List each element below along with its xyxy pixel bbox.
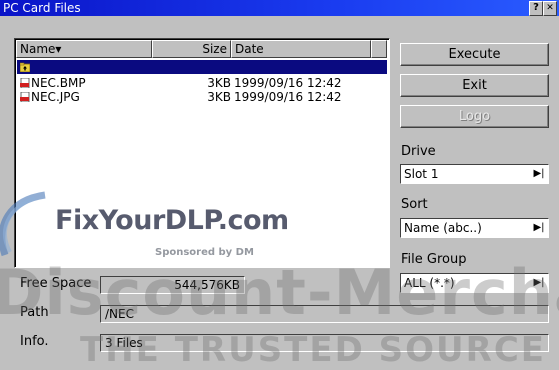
window-title: PC Card Files <box>3 1 81 15</box>
bmp-file-icon <box>20 78 30 88</box>
close-button[interactable]: ✕ <box>543 1 557 16</box>
list-item[interactable]: NEC.JPG 3KB 1999/09/16 12:42 <box>17 90 387 104</box>
folder-up-icon <box>20 62 30 72</box>
execute-button[interactable]: Execute <box>400 43 549 66</box>
column-header-size[interactable]: Size <box>152 40 231 58</box>
column-header-date[interactable]: Date <box>231 40 371 58</box>
list-item[interactable] <box>17 60 387 74</box>
watermark-brand: FixYourDLP.com <box>55 205 289 236</box>
info-label: Info. <box>20 334 49 349</box>
file-date: 1999/09/16 12:42 <box>234 76 342 90</box>
file-name: NEC.BMP <box>31 76 86 90</box>
column-header-date-label: Date <box>235 42 264 56</box>
help-button[interactable]: ? <box>529 1 543 16</box>
watermark-swoosh-icon <box>0 191 46 257</box>
file-name: NEC.JPG <box>31 90 80 104</box>
drive-value: Slot 1 <box>404 167 439 181</box>
file-size: 3KB <box>207 76 231 90</box>
exit-button[interactable]: Exit <box>400 74 549 97</box>
sort-label: Sort <box>401 197 428 212</box>
sort-value: Name (abc..) <box>404 221 482 235</box>
title-bar[interactable]: PC Card Files ? ✕ <box>0 0 559 16</box>
watermark-banner: Discount-Merchant <box>0 256 559 329</box>
watermark-tagline: THE TRUSTED SOURCE FOR PR <box>80 330 559 370</box>
column-header-spacer <box>371 40 387 58</box>
dropdown-arrow-icon[interactable]: ▶| <box>532 221 546 235</box>
list-item[interactable]: NEC.BMP 3KB 1999/09/16 12:42 <box>17 76 387 90</box>
drive-label: Drive <box>401 144 436 159</box>
column-header-size-label: Size <box>202 42 227 56</box>
drive-select[interactable]: Slot 1 ▶| <box>400 164 549 184</box>
sort-select[interactable]: Name (abc..) ▶| <box>400 218 549 238</box>
column-header-name[interactable]: Name▾ <box>16 40 152 58</box>
file-size: 3KB <box>207 90 231 104</box>
jpg-file-icon <box>20 92 30 102</box>
dropdown-arrow-icon[interactable]: ▶| <box>532 167 546 181</box>
file-date: 1999/09/16 12:42 <box>234 90 342 104</box>
logo-button[interactable]: Logo <box>400 105 549 128</box>
